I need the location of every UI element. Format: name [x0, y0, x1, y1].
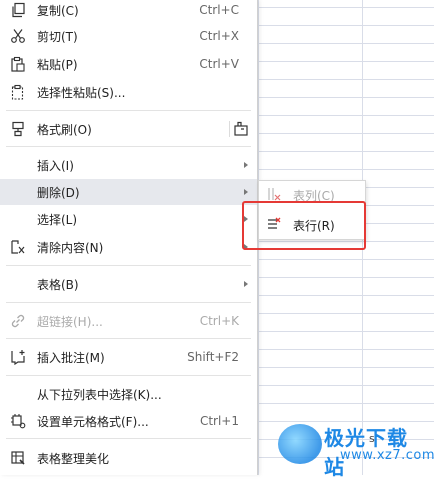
menu-item-label: 插入批注(M)	[37, 350, 105, 365]
menu-item-paste-special[interactable]: 选择性粘贴(S)...	[0, 79, 257, 105]
menu-item-label: 表格整理美化	[37, 451, 110, 466]
chevron-right-icon	[244, 281, 248, 287]
chevron-right-icon	[244, 162, 248, 168]
menu-item-label: 表格(B)	[37, 277, 79, 292]
menu-item-label: 选择(L)	[37, 212, 78, 227]
link-icon	[9, 312, 27, 330]
copy-icon	[9, 1, 27, 19]
menu-item-hyperlink[interactable]: 超链接(H)... Ctrl+K	[0, 308, 257, 334]
beautify-icon	[9, 449, 27, 467]
menu-separator	[6, 146, 251, 147]
menu-item-insert-comment[interactable]: 插入批注(M) Shift+F2	[0, 344, 257, 370]
menu-item-format-cells[interactable]: 设置单元格格式(F)... Ctrl+1	[0, 408, 257, 434]
menu-item-delete[interactable]: 删除(D)	[0, 179, 257, 205]
context-menu: 复制(C) Ctrl+C 剪切(T) Ctrl+X 粘贴(P) Ctrl+V 选…	[0, 0, 258, 475]
menu-item-label: 剪切(T)	[37, 29, 78, 44]
menu-separator	[6, 438, 251, 439]
menu-item-label: 选择性粘贴(S)...	[37, 85, 126, 100]
format-painter-quick-icon[interactable]	[232, 120, 250, 138]
watermark-logo	[278, 424, 322, 464]
paste-icon	[9, 55, 27, 73]
menu-separator	[6, 265, 251, 266]
menu-item-label: 格式刷(O)	[37, 122, 92, 137]
menu-item-label: 设置单元格格式(F)...	[37, 414, 149, 429]
menu-item-label: 插入(I)	[37, 158, 74, 173]
clear-content-icon	[9, 238, 27, 256]
menu-item-cut[interactable]: 剪切(T) Ctrl+X	[0, 23, 257, 49]
menu-item-label: 粘贴(P)	[37, 57, 78, 72]
divider	[229, 121, 230, 137]
menu-item-format-painter[interactable]: 格式刷(O)	[0, 116, 257, 142]
menu-item-shortcut: Shift+F2	[187, 350, 239, 364]
menu-item-label: 复制(C)	[37, 3, 79, 18]
format-cells-icon	[9, 412, 27, 430]
menu-item-beautify-table[interactable]: 表格整理美化	[0, 445, 257, 471]
menu-item-shortcut: Ctrl+X	[199, 29, 239, 43]
menu-item-label: 从下拉列表中选择(K)...	[37, 387, 162, 402]
menu-item-shortcut: Ctrl+1	[199, 414, 239, 428]
menu-item-shortcut: Ctrl+V	[199, 57, 239, 71]
menu-separator	[6, 375, 251, 376]
menu-item-label: 删除(D)	[37, 185, 80, 200]
menu-item-paste[interactable]: 粘贴(P) Ctrl+V	[0, 51, 257, 77]
scissors-icon	[9, 27, 27, 45]
format-painter-icon	[9, 120, 27, 138]
menu-item-label: 超链接(H)...	[37, 314, 103, 329]
menu-item-select[interactable]: 选择(L)	[0, 206, 257, 232]
paste-special-icon	[9, 83, 27, 101]
menu-item-label: 清除内容(N)	[37, 240, 104, 255]
comment-icon	[9, 348, 27, 366]
menu-item-table[interactable]: 表格(B)	[0, 271, 257, 297]
chevron-right-icon	[244, 189, 248, 195]
menu-separator	[6, 110, 251, 111]
watermark-url: www.xz7.com	[340, 448, 434, 463]
watermark: 极光下载站 www.xz7.com	[278, 418, 434, 479]
menu-item-pick-from-dropdown[interactable]: 从下拉列表中选择(K)...	[0, 381, 257, 407]
menu-item-insert[interactable]: 插入(I)	[0, 152, 257, 178]
menu-separator	[6, 302, 251, 303]
menu-item-copy[interactable]: 复制(C) Ctrl+C	[0, 0, 257, 23]
menu-item-clear-content[interactable]: 清除内容(N)	[0, 234, 257, 260]
menu-item-shortcut: Ctrl+K	[199, 314, 239, 328]
menu-separator	[6, 338, 251, 339]
menu-item-shortcut: Ctrl+C	[199, 3, 239, 17]
highlight-annotation-box	[242, 201, 366, 250]
